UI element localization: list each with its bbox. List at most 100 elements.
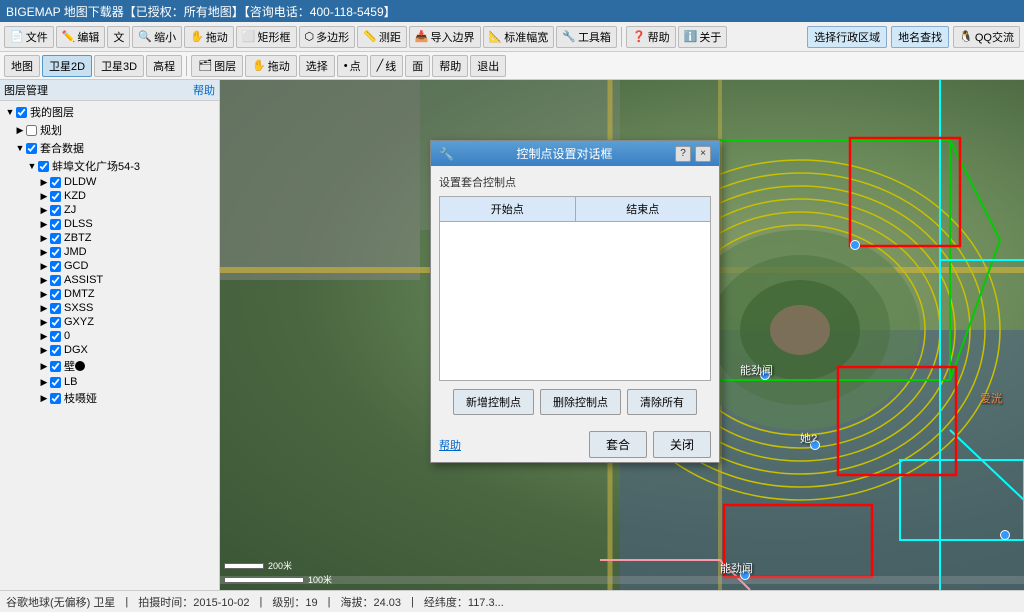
expand-icon[interactable]: ▶ [38, 218, 50, 230]
layer-checkbox[interactable] [50, 219, 61, 230]
about-btn[interactable]: ℹ️ 关于 [678, 26, 728, 48]
area-btn[interactable]: 面 [405, 55, 430, 77]
sat2d-btn[interactable]: 卫星2D [42, 55, 92, 77]
layer-item-jujuya[interactable]: ▶ 枝嗫娅 [2, 389, 217, 407]
help2-btn[interactable]: 帮助 [432, 55, 468, 77]
layer-item-kzd[interactable]: ▶ KZD [2, 189, 217, 203]
layer-checkbox[interactable] [50, 205, 61, 216]
select-region-btn[interactable]: 选择行政区域 [807, 26, 887, 48]
expand-icon[interactable]: ▶ [38, 302, 50, 314]
expand-icon[interactable]: ▶ [38, 330, 50, 342]
layer-item-zbtz[interactable]: ▶ ZBTZ [2, 231, 217, 245]
expand-icon[interactable]: ▼ [4, 106, 16, 118]
elevation-btn[interactable]: 高程 [146, 55, 182, 77]
layer-checkbox[interactable] [50, 177, 61, 188]
layer-item-zero[interactable]: ▶ 0 [2, 329, 217, 343]
layer-checkbox[interactable] [50, 275, 61, 286]
stdwidth-btn[interactable]: 📐 标准幅宽 [483, 26, 555, 48]
dialog-close-btn[interactable]: × [695, 146, 711, 162]
measure-btn[interactable]: 📏 测距 [357, 26, 407, 48]
layer-checkbox[interactable] [50, 361, 61, 372]
layer-item-zj[interactable]: ▶ ZJ [2, 203, 217, 217]
help-btn[interactable]: ❓ 帮助 [626, 26, 676, 48]
rect-btn[interactable]: ⬜ 矩形框 [236, 26, 297, 48]
expand-icon[interactable]: ▶ [38, 274, 50, 286]
expand-icon[interactable]: ▶ [38, 190, 50, 202]
map-view-btn[interactable]: 地图 [4, 55, 40, 77]
layer-item-gxyz[interactable]: ▶ GXYZ [2, 315, 217, 329]
layer-item-sxss[interactable]: ▶ SXSS [2, 301, 217, 315]
help-link[interactable]: 帮助 [439, 437, 461, 453]
merge-btn[interactable]: 套合 [589, 431, 647, 458]
import-btn[interactable]: 📥 导入边界 [409, 26, 481, 48]
layer-checkbox[interactable] [50, 377, 61, 388]
expand-icon[interactable]: ▶ [38, 288, 50, 300]
help-label[interactable]: 帮助 [193, 82, 215, 98]
layer-checkbox[interactable] [16, 107, 27, 118]
layer-checkbox[interactable] [50, 331, 61, 342]
clear-all-btn[interactable]: 清除所有 [627, 389, 697, 415]
expand-icon[interactable]: ▶ [38, 246, 50, 258]
layer-label: KZD [64, 190, 86, 202]
hand-btn[interactable]: ✋ 拖动 [245, 55, 297, 77]
layer-item-dgx[interactable]: ▶ DGX [2, 343, 217, 357]
layer-checkbox[interactable] [50, 303, 61, 314]
layer-item-dmtz[interactable]: ▶ DMTZ [2, 287, 217, 301]
layer-checkbox[interactable] [50, 191, 61, 202]
close-dialog-btn[interactable]: 关闭 [653, 431, 711, 458]
line-btn[interactable]: ╱ 线 [370, 55, 404, 77]
layer-checkbox[interactable] [38, 161, 49, 172]
layer-item-gcd[interactable]: ▶ GCD [2, 259, 217, 273]
layer-checkbox[interactable] [50, 393, 61, 404]
layer-item-my-layers[interactable]: ▼ 我的图层 [2, 103, 217, 121]
delete-control-btn[interactable]: 删除控制点 [540, 389, 621, 415]
layer-item-bi[interactable]: ▶ 壁 [2, 357, 217, 375]
expand-icon[interactable]: ▶ [38, 376, 50, 388]
text-btn[interactable]: 文 [107, 26, 130, 48]
qq-btn[interactable]: 🐧 QQ交流 [953, 26, 1020, 48]
polygon-btn[interactable]: ⬡ 多边形 [299, 26, 356, 48]
select-btn[interactable]: 选择 [299, 55, 335, 77]
expand-icon[interactable]: ▶ [38, 260, 50, 272]
layer-item-nested[interactable]: ▼ 套合数据 [2, 139, 217, 157]
layer-checkbox[interactable] [50, 345, 61, 356]
layers-btn[interactable]: 🗂 图层 [191, 55, 243, 77]
layer-item-planning[interactable]: ▶ 规划 [2, 121, 217, 139]
expand-icon[interactable]: ▶ [38, 232, 50, 244]
layer-checkbox[interactable] [50, 261, 61, 272]
layer-checkbox[interactable] [50, 317, 61, 328]
layer-item-plaza[interactable]: ▼ 蚌埠文化广场54-3 [2, 157, 217, 175]
sat3d-btn[interactable]: 卫星3D [94, 55, 144, 77]
zoomout-btn[interactable]: 🔍 缩小 [132, 26, 182, 48]
expand-icon[interactable]: ▶ [14, 124, 26, 136]
layer-checkbox[interactable] [50, 289, 61, 300]
layer-checkbox[interactable] [26, 125, 37, 136]
dialog-question-btn[interactable]: ? [675, 146, 691, 162]
edit-btn[interactable]: ✏️ 编辑 [56, 26, 106, 48]
layer-checkbox[interactable] [26, 143, 37, 154]
exit-btn[interactable]: 退出 [470, 55, 506, 77]
file-btn[interactable]: 📄 文件 [4, 26, 54, 48]
layer-item-assist[interactable]: ▶ ASSIST [2, 273, 217, 287]
expand-icon[interactable]: ▶ [38, 344, 50, 356]
layer-checkbox[interactable] [50, 247, 61, 258]
layer-item-lb[interactable]: ▶ LB [2, 375, 217, 389]
expand-icon[interactable]: ▶ [38, 204, 50, 216]
expand-icon[interactable]: ▼ [14, 142, 26, 154]
point-btn[interactable]: • 点 [337, 55, 368, 77]
expand-icon[interactable]: ▶ [38, 316, 50, 328]
layer-item-dlss[interactable]: ▶ DLSS [2, 217, 217, 231]
layer-checkbox[interactable] [50, 233, 61, 244]
drag-btn[interactable]: ✋ 拖动 [184, 26, 234, 48]
layer-item-dldw[interactable]: ▶ DLDW [2, 175, 217, 189]
expand-icon[interactable]: ▶ [38, 392, 50, 404]
expand-icon[interactable]: ▶ [38, 360, 50, 372]
add-control-btn[interactable]: 新增控制点 [453, 389, 534, 415]
expand-icon[interactable]: ▶ [38, 176, 50, 188]
map-area[interactable]: 能劲闻 她? 能劲闻 爱洸 200米 100米 🔧 [220, 80, 1024, 590]
place-search-btn[interactable]: 地名查找 [891, 26, 949, 48]
tools-btn[interactable]: 🔧 工具箱 [556, 26, 617, 48]
text-icon: 文 [113, 29, 124, 45]
layer-item-jmd[interactable]: ▶ JMD [2, 245, 217, 259]
expand-icon[interactable]: ▼ [26, 160, 38, 172]
